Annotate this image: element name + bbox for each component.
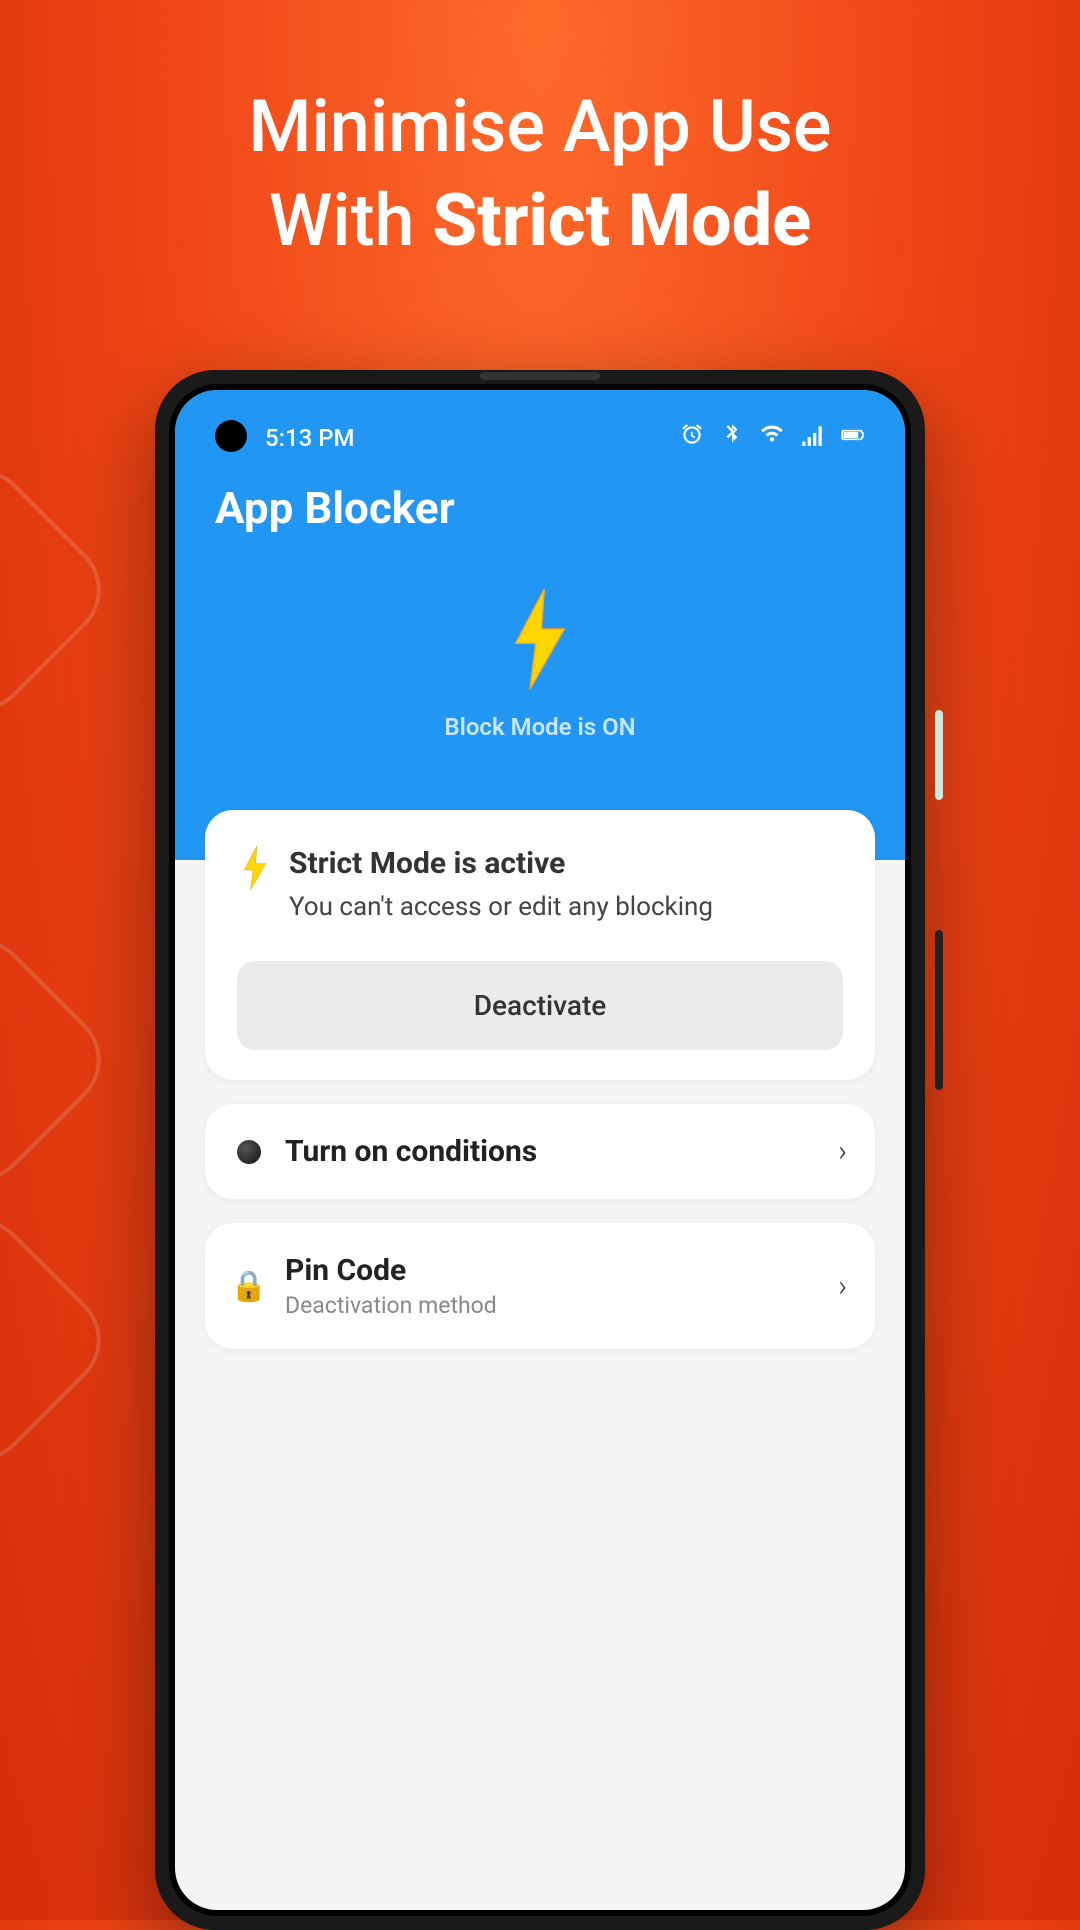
phone-screen: 5:13 PM (175, 390, 905, 1910)
app-header: 5:13 PM (175, 390, 905, 860)
lightning-bolt-icon (175, 589, 905, 693)
chevron-right-icon: › (838, 1269, 847, 1304)
phone-power-button (935, 710, 943, 800)
deactivate-button[interactable]: Deactivate (237, 961, 843, 1050)
battery-icon (839, 422, 865, 454)
turn-on-conditions-row[interactable]: Turn on conditions › (205, 1104, 875, 1199)
dot-icon (233, 1136, 265, 1168)
wifi-icon (759, 422, 785, 454)
pin-code-subtitle: Deactivation method (285, 1292, 818, 1319)
bg-decoration-shape (0, 1199, 121, 1482)
conditions-title: Turn on conditions (285, 1134, 818, 1169)
pin-code-row[interactable]: 🔒 Pin Code Deactivation method › (205, 1223, 875, 1349)
content-area: Strict Mode is active You can't access o… (175, 810, 905, 1349)
promo-line-1: Minimise App Use (0, 80, 1080, 174)
strict-mode-card: Strict Mode is active You can't access o… (205, 810, 875, 1080)
camera-hole (215, 420, 247, 452)
chevron-right-icon: › (838, 1134, 847, 1169)
status-time: 5:13 PM (265, 424, 355, 452)
status-bar: 5:13 PM (175, 418, 905, 458)
bluetooth-icon (719, 422, 745, 454)
alarm-icon (679, 422, 705, 454)
pin-code-title: Pin Code (285, 1253, 818, 1288)
signal-icon (799, 422, 825, 454)
status-icons-group (679, 422, 865, 454)
bg-decoration-shape (0, 449, 121, 732)
promo-headline: Minimise App Use With Strict Mode (0, 0, 1080, 267)
promo-line-2: With Strict Mode (0, 174, 1080, 268)
block-mode-status: Block Mode is ON (175, 713, 905, 741)
bg-decoration-shape (0, 919, 121, 1202)
lock-icon: 🔒 (233, 1270, 265, 1302)
phone-device-frame: 5:13 PM (155, 370, 925, 1930)
app-title: App Blocker (175, 458, 905, 534)
lightning-bolt-icon (237, 846, 273, 894)
phone-speaker (480, 372, 600, 380)
strict-mode-title: Strict Mode is active (289, 846, 713, 881)
strict-mode-subtitle: You can't access or edit any blocking (289, 889, 713, 925)
phone-volume-button (935, 930, 943, 1090)
